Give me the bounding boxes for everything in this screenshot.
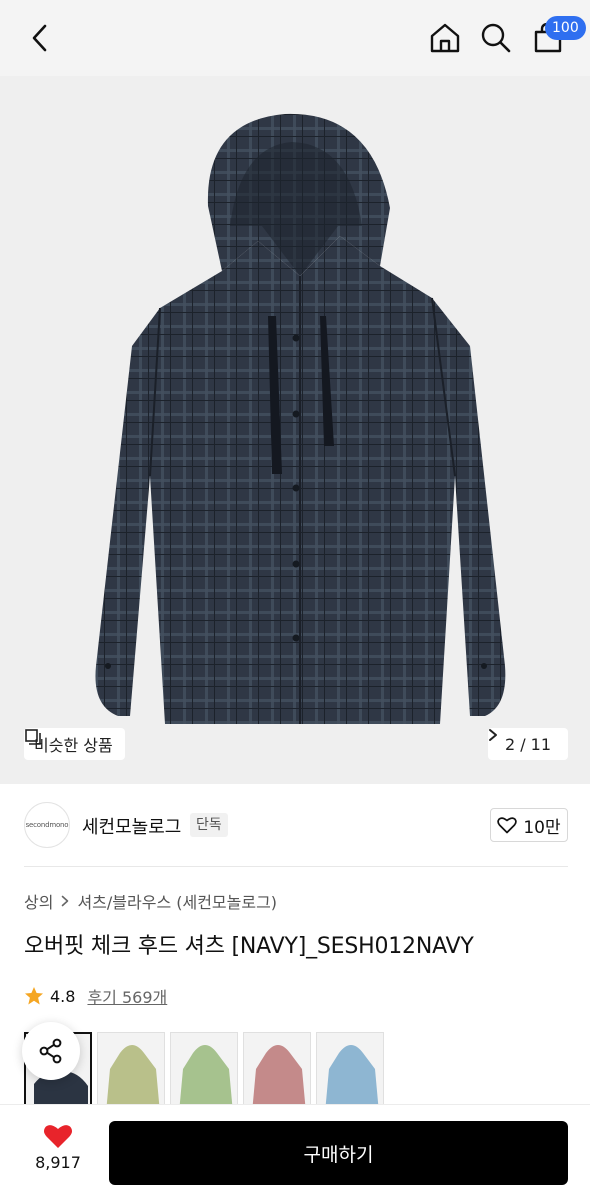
swatch-sky-thumbnail — [325, 1045, 379, 1111]
top-navigation-bar: 100 — [0, 0, 590, 76]
review-count-link[interactable]: 후기 569개 — [87, 984, 167, 1008]
home-button[interactable] — [425, 18, 465, 58]
divider — [24, 866, 568, 867]
buy-button[interactable]: 구매하기 — [109, 1121, 568, 1185]
chevron-right-icon — [489, 729, 497, 741]
swatch-green-thumbnail — [179, 1045, 233, 1111]
swatch-olive-thumbnail — [106, 1045, 160, 1111]
brand-row: secondmono 세컨모놀로그 단독 10만 — [24, 800, 568, 850]
breadcrumb-subcategory[interactable]: 셔츠/블라우스 (세컨모놀로그) — [77, 889, 277, 913]
product-title: 오버핏 체크 후드 셔츠 [NAVY]_SESH012NAVY — [24, 934, 474, 959]
brand-logo-text: secondmono — [25, 821, 69, 829]
swatch-pink-thumbnail — [252, 1045, 306, 1111]
breadcrumb: 상의 셔츠/블라우스 (세컨모놀로그) — [24, 889, 277, 913]
exclusive-badge: 단독 — [190, 813, 228, 837]
brand-logo[interactable]: secondmono — [24, 802, 70, 848]
chevron-right-icon — [62, 895, 69, 907]
similar-products-button[interactable]: 비슷한 상품 — [24, 728, 125, 760]
wishlist-count: 8,917 — [35, 1153, 81, 1172]
breadcrumb-category[interactable]: 상의 — [24, 889, 53, 913]
heart-filled-icon — [43, 1125, 73, 1148]
search-icon — [481, 23, 511, 53]
brand-like-button[interactable]: 10만 — [490, 808, 568, 842]
image-counter-button[interactable]: 2 / 11 — [488, 728, 568, 760]
swatch-sky[interactable] — [316, 1032, 384, 1112]
swatch-pink[interactable] — [243, 1032, 311, 1112]
share-button[interactable] — [22, 1022, 80, 1080]
search-button[interactable] — [476, 18, 516, 58]
cart-count-badge: 100 — [545, 16, 586, 40]
swatch-olive[interactable] — [97, 1032, 165, 1112]
share-icon — [39, 1038, 62, 1064]
similar-products-label: 비슷한 상품 — [34, 736, 113, 755]
brand-like-count: 10만 — [523, 817, 561, 838]
product-shirt-image — [95, 113, 506, 724]
brand-name-link[interactable]: 세컨모놀로그 — [82, 813, 181, 839]
swatch-green[interactable] — [170, 1032, 238, 1112]
rating-value: 4.8 — [50, 986, 76, 1006]
back-button[interactable] — [22, 20, 58, 56]
product-image-gallery[interactable]: 비슷한 상품 2 / 11 — [0, 76, 590, 784]
rating-row: 4.8 후기 569개 — [24, 984, 167, 1008]
home-icon — [430, 23, 460, 53]
similar-items-icon — [25, 729, 41, 745]
bottom-action-bar: 8,917 구매하기 — [0, 1104, 590, 1200]
wishlist-button[interactable]: 8,917 — [28, 1123, 88, 1183]
heart-outline-icon — [497, 817, 518, 834]
chevron-left-icon — [32, 24, 47, 52]
image-counter-text: 2 / 11 — [504, 734, 552, 754]
star-icon — [25, 987, 43, 1005]
